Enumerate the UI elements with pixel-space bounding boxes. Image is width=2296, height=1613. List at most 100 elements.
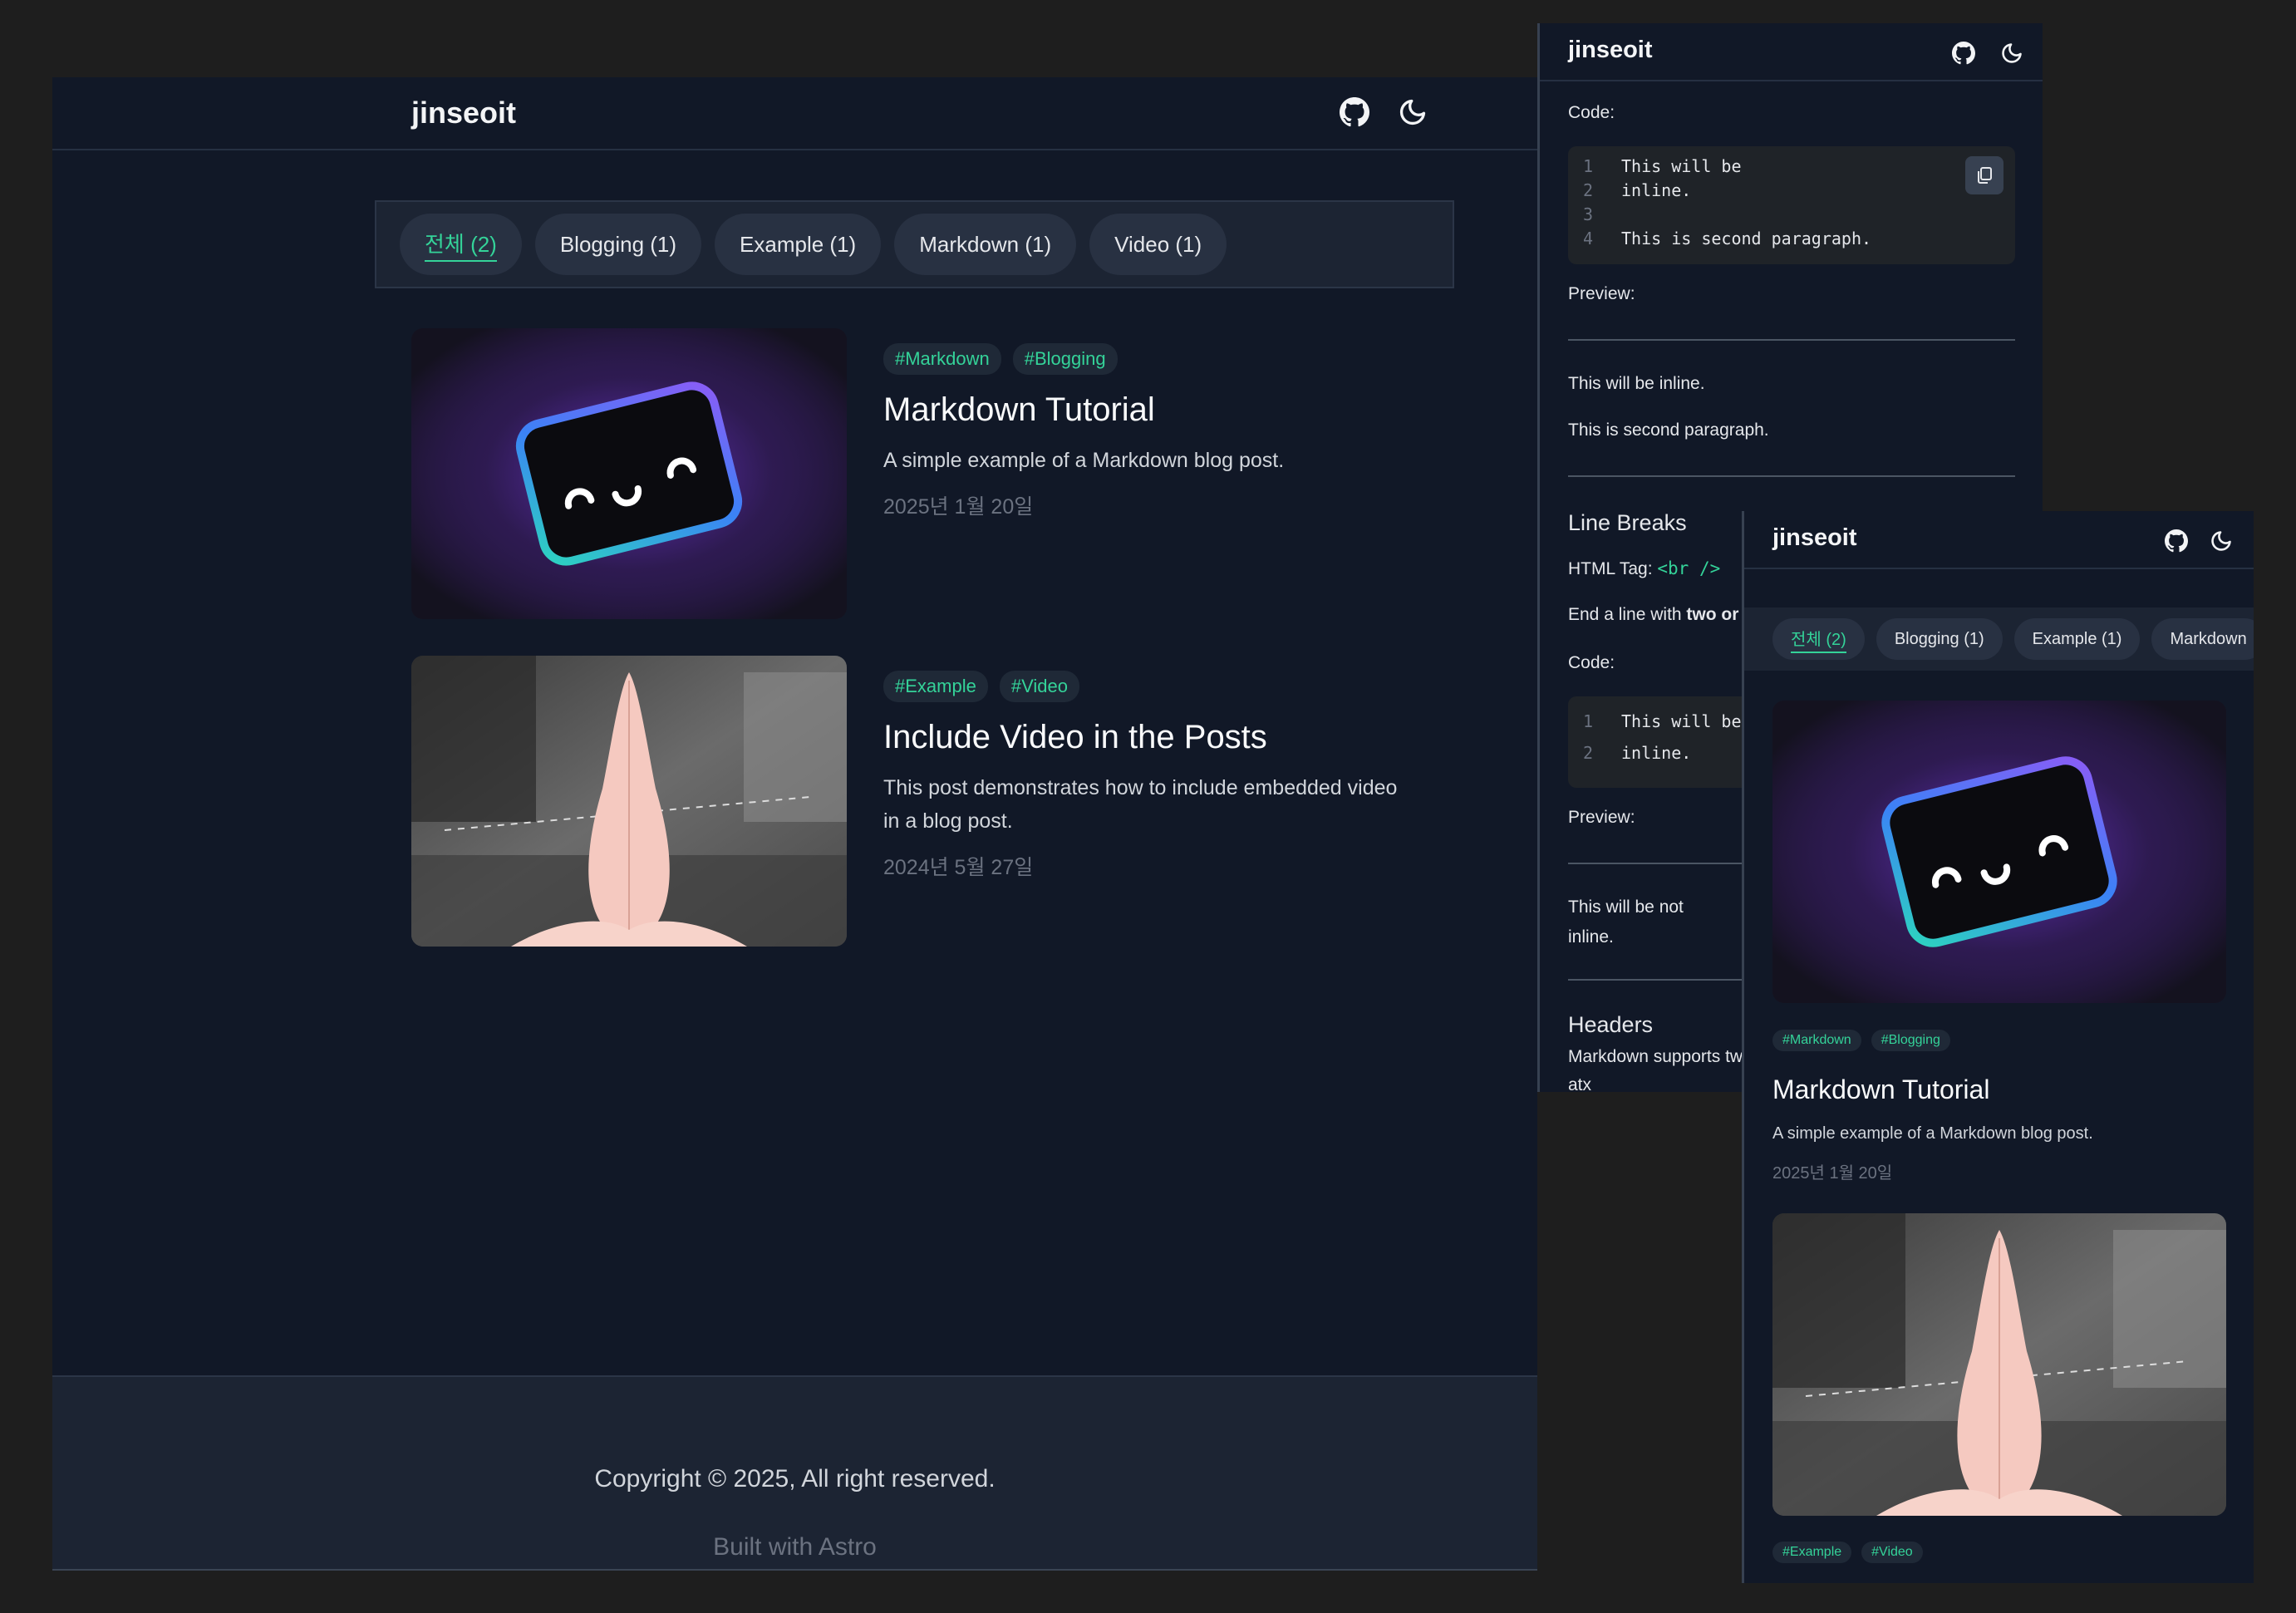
tag-chip[interactable]: #Markdown bbox=[1772, 1030, 1861, 1051]
code-line: 1 This will be bbox=[1583, 711, 1742, 731]
text-prefix: HTML Tag: bbox=[1568, 559, 1658, 578]
tab-label: Blogging (1) bbox=[559, 231, 677, 257]
mobile-window: jinseoit 전체 (2) Blogging (1) Example (1)… bbox=[1742, 511, 2254, 1583]
code-label: Code: bbox=[1568, 103, 1615, 122]
tab-all[interactable]: 전체 (2) bbox=[400, 214, 522, 275]
site-logo[interactable]: jinseoit bbox=[411, 96, 516, 130]
tab-all[interactable]: 전체 (2) bbox=[1772, 618, 1865, 660]
post-thumbnail[interactable] bbox=[1772, 701, 2226, 1003]
post-description: This post demonstrates how to include em… bbox=[883, 776, 1398, 833]
moon-icon[interactable] bbox=[2210, 529, 2233, 553]
tab-label: Example (1) bbox=[740, 231, 857, 257]
site-logo[interactable]: jinseoit bbox=[1772, 524, 1857, 552]
post-title[interactable]: Markdown Tutorial bbox=[883, 391, 1415, 429]
line-number: 4 bbox=[1583, 229, 1594, 248]
html-tag-text: HTML Tag: <br /> bbox=[1568, 558, 1720, 579]
post-tags: #Markdown #Blogging bbox=[1772, 1030, 1950, 1051]
preview-label: Preview: bbox=[1568, 808, 1635, 827]
tab-label: 전체 (2) bbox=[1791, 626, 1846, 653]
post-date: 2024년 5월 27일 bbox=[883, 856, 1034, 879]
post-date: 2025년 1월 20일 bbox=[883, 495, 1034, 519]
tab-label: Markdown bbox=[2170, 629, 2247, 648]
divider bbox=[1568, 339, 2015, 341]
post-tags: #Example #Video bbox=[1772, 1542, 1923, 1563]
copy-code-button[interactable] bbox=[1965, 156, 2003, 194]
post-tags: #Markdown #Blogging bbox=[883, 343, 1415, 375]
code-line: 1 This will be bbox=[1583, 156, 1742, 176]
tab-blogging[interactable]: Blogging (1) bbox=[1876, 618, 2003, 660]
tag-chip[interactable]: #Markdown bbox=[883, 343, 1001, 375]
line-number: 2 bbox=[1583, 180, 1594, 200]
tab-markdown[interactable]: Markdown bbox=[2151, 618, 2254, 660]
moon-icon[interactable] bbox=[2000, 42, 2023, 65]
code-text: This is second paragraph. bbox=[1621, 229, 1872, 248]
post-meta: #Example #Video Include Video in the Pos… bbox=[883, 671, 1415, 881]
tag-chip[interactable]: #Blogging bbox=[1871, 1030, 1950, 1051]
post-description: A simple example of a Markdown blog post… bbox=[1772, 1124, 2093, 1143]
site-logo[interactable]: jinseoit bbox=[1568, 37, 1653, 64]
tag-chip[interactable]: #Example bbox=[1772, 1542, 1852, 1563]
github-icon[interactable] bbox=[1340, 97, 1369, 127]
line-number: 3 bbox=[1583, 204, 1594, 224]
code-label: Code: bbox=[1568, 653, 1615, 672]
tab-markdown[interactable]: Markdown (1) bbox=[894, 214, 1077, 275]
post-meta: #Markdown #Blogging Markdown Tutorial A … bbox=[883, 343, 1415, 520]
line-number: 1 bbox=[1583, 711, 1594, 731]
tag-chip[interactable]: #Blogging bbox=[1012, 343, 1118, 375]
post-title[interactable]: Markdown Tutorial bbox=[1772, 1075, 1989, 1105]
code-text: inline. bbox=[1621, 180, 1692, 200]
tag-chip[interactable]: #Example bbox=[883, 671, 988, 702]
code-text: This will be bbox=[1621, 156, 1742, 176]
site-header: jinseoit bbox=[1540, 23, 2043, 81]
github-icon[interactable] bbox=[2165, 529, 2188, 553]
tab-video[interactable]: Video (1) bbox=[1089, 214, 1227, 275]
post-card[interactable]: #Example #Video Include Video in the Pos… bbox=[411, 656, 1442, 947]
post-thumbnail[interactable] bbox=[411, 656, 847, 947]
tab-label: Blogging (1) bbox=[1894, 629, 1984, 648]
code-line: 4 This is second paragraph. bbox=[1583, 229, 1871, 248]
code-line: 2 inline. bbox=[1583, 743, 1691, 763]
category-tabs: 전체 (2) Blogging (1) Example (1) Markdown… bbox=[375, 200, 1454, 288]
post-title[interactable]: Include Video in the Posts bbox=[883, 719, 1415, 756]
post-thumbnail[interactable] bbox=[1772, 1213, 2226, 1516]
site-header: jinseoit bbox=[1744, 511, 2254, 569]
preview-text: inline. bbox=[1568, 927, 1614, 947]
post-date: 2025년 1월 20일 bbox=[1772, 1164, 1893, 1183]
code-line: 2 inline. bbox=[1583, 180, 1691, 200]
post-description: A simple example of a Markdown blog post… bbox=[883, 449, 1285, 472]
moon-icon[interactable] bbox=[1398, 97, 1428, 127]
preview-label: Preview: bbox=[1568, 284, 1635, 303]
line-number: 1 bbox=[1583, 156, 1594, 176]
tag-chip[interactable]: #Video bbox=[1861, 1542, 1923, 1563]
bold-text: two or bbox=[1686, 605, 1739, 624]
tag-chip[interactable]: #Video bbox=[999, 671, 1079, 702]
tab-example[interactable]: Example (1) bbox=[2013, 618, 2141, 660]
github-icon[interactable] bbox=[1952, 42, 1975, 65]
post-tags: #Example #Video bbox=[883, 671, 1415, 702]
post-thumbnail[interactable] bbox=[411, 328, 847, 619]
main-window: jinseoit 전체 (2) Blogging (1) Example (1)… bbox=[52, 77, 1537, 1571]
site-header: jinseoit bbox=[52, 77, 1537, 150]
tab-label: Markdown (1) bbox=[919, 231, 1052, 257]
preview-text: This is second paragraph. bbox=[1568, 420, 1769, 440]
body-text: Markdown supports two bbox=[1568, 1047, 1753, 1066]
body-text: atx bbox=[1568, 1075, 1592, 1092]
section-heading: Headers bbox=[1568, 1012, 1654, 1037]
line-number: 2 bbox=[1583, 743, 1594, 763]
copy-icon bbox=[1978, 167, 1992, 184]
tab-label: Video (1) bbox=[1114, 231, 1202, 257]
tab-label: 전체 (2) bbox=[425, 228, 497, 262]
code-line: 3 bbox=[1583, 204, 1621, 224]
copyright-text: Copyright © 2025, All right reserved. bbox=[594, 1465, 996, 1493]
site-footer: Copyright © 2025, All right reserved. Bu… bbox=[52, 1375, 1537, 1571]
tab-example[interactable]: Example (1) bbox=[715, 214, 882, 275]
code-block: 1 This will be 2 inline. 3 4 This is second… bbox=[1568, 146, 2015, 264]
tab-label: Example (1) bbox=[2032, 629, 2122, 648]
section-heading: Line Breaks bbox=[1568, 510, 1687, 535]
text-prefix: End a line with bbox=[1568, 605, 1687, 624]
built-with-text[interactable]: Built with Astro bbox=[52, 1533, 1537, 1561]
post-card[interactable]: #Markdown #Blogging Markdown Tutorial A … bbox=[411, 328, 1442, 619]
category-tabs: 전체 (2) Blogging (1) Example (1) Markdown bbox=[1744, 607, 2254, 671]
code-text: inline. bbox=[1621, 743, 1692, 763]
tab-blogging[interactable]: Blogging (1) bbox=[534, 214, 702, 275]
